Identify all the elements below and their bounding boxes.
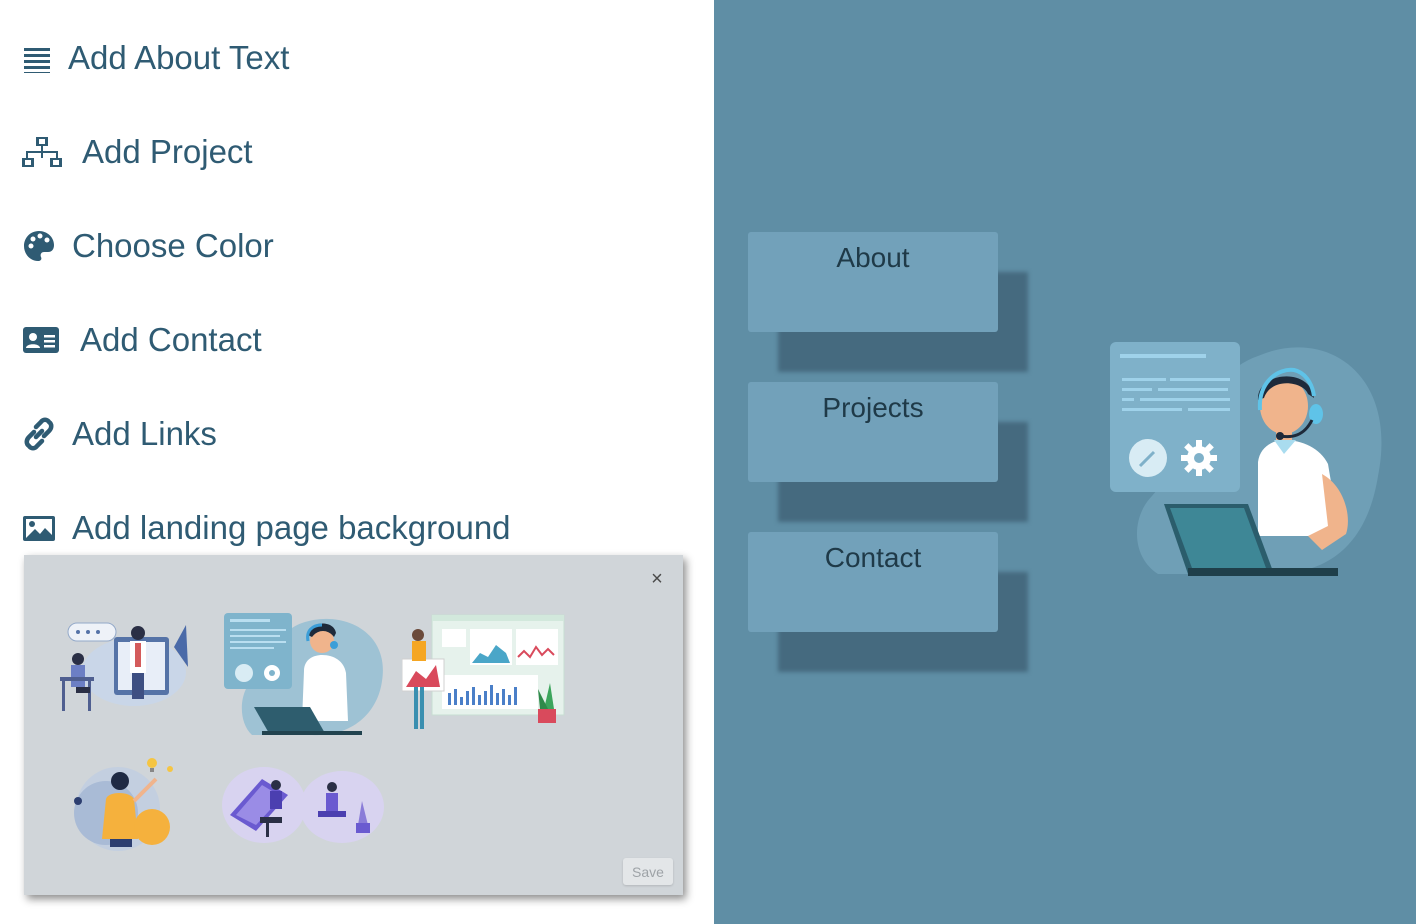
nav-button-label[interactable]: Contact: [748, 532, 998, 632]
thumbnail-analytics[interactable]: [401, 613, 567, 740]
nav-item-about[interactable]: About: [748, 232, 1028, 372]
background-picker-modal: × Save: [24, 555, 683, 895]
thumbnail-designers[interactable]: [222, 765, 387, 850]
nav-button-label[interactable]: Projects: [748, 382, 998, 482]
thumbnail-support-agent[interactable]: [222, 611, 387, 744]
close-icon[interactable]: ×: [649, 569, 665, 589]
sidebar-item-contact[interactable]: Add Contact: [22, 320, 262, 360]
sidebar-item-label: Add About Text: [68, 39, 290, 76]
align-justify-icon: [22, 43, 52, 73]
editor-sidebar: Add About Text Add Project Choose Color …: [0, 0, 714, 924]
thumbnail-idea-woman[interactable]: [58, 755, 188, 856]
nav-item-contact[interactable]: Contact: [748, 532, 1028, 672]
sidebar-item-label: Add Links: [72, 415, 217, 452]
sidebar-item-label: Choose Color: [72, 227, 274, 264]
sidebar-item-about-text[interactable]: Add About Text: [22, 38, 289, 78]
sidebar-item-project[interactable]: Add Project: [22, 132, 253, 172]
sidebar-item-choose-color[interactable]: Choose Color: [22, 226, 274, 266]
hero-illustration: [1108, 336, 1384, 585]
sidebar-item-links[interactable]: Add Links: [22, 414, 217, 454]
site-preview: About Projects Contact: [714, 0, 1416, 924]
sidebar-item-label: Add Contact: [80, 321, 262, 358]
image-icon: [22, 513, 56, 543]
nav-button-label[interactable]: About: [748, 232, 998, 332]
nav-item-projects[interactable]: Projects: [748, 382, 1028, 522]
sidebar-item-label: Add Project: [82, 133, 253, 170]
sidebar-item-landing-background[interactable]: Add landing page background: [22, 508, 511, 548]
sitemap-icon: [22, 135, 62, 169]
sidebar-item-label: Add landing page background: [72, 509, 511, 546]
link-icon: [22, 417, 56, 451]
thumbnail-teacher[interactable]: [54, 617, 194, 727]
save-button[interactable]: Save: [623, 858, 673, 885]
palette-icon: [22, 229, 56, 263]
address-card-icon: [22, 325, 60, 355]
